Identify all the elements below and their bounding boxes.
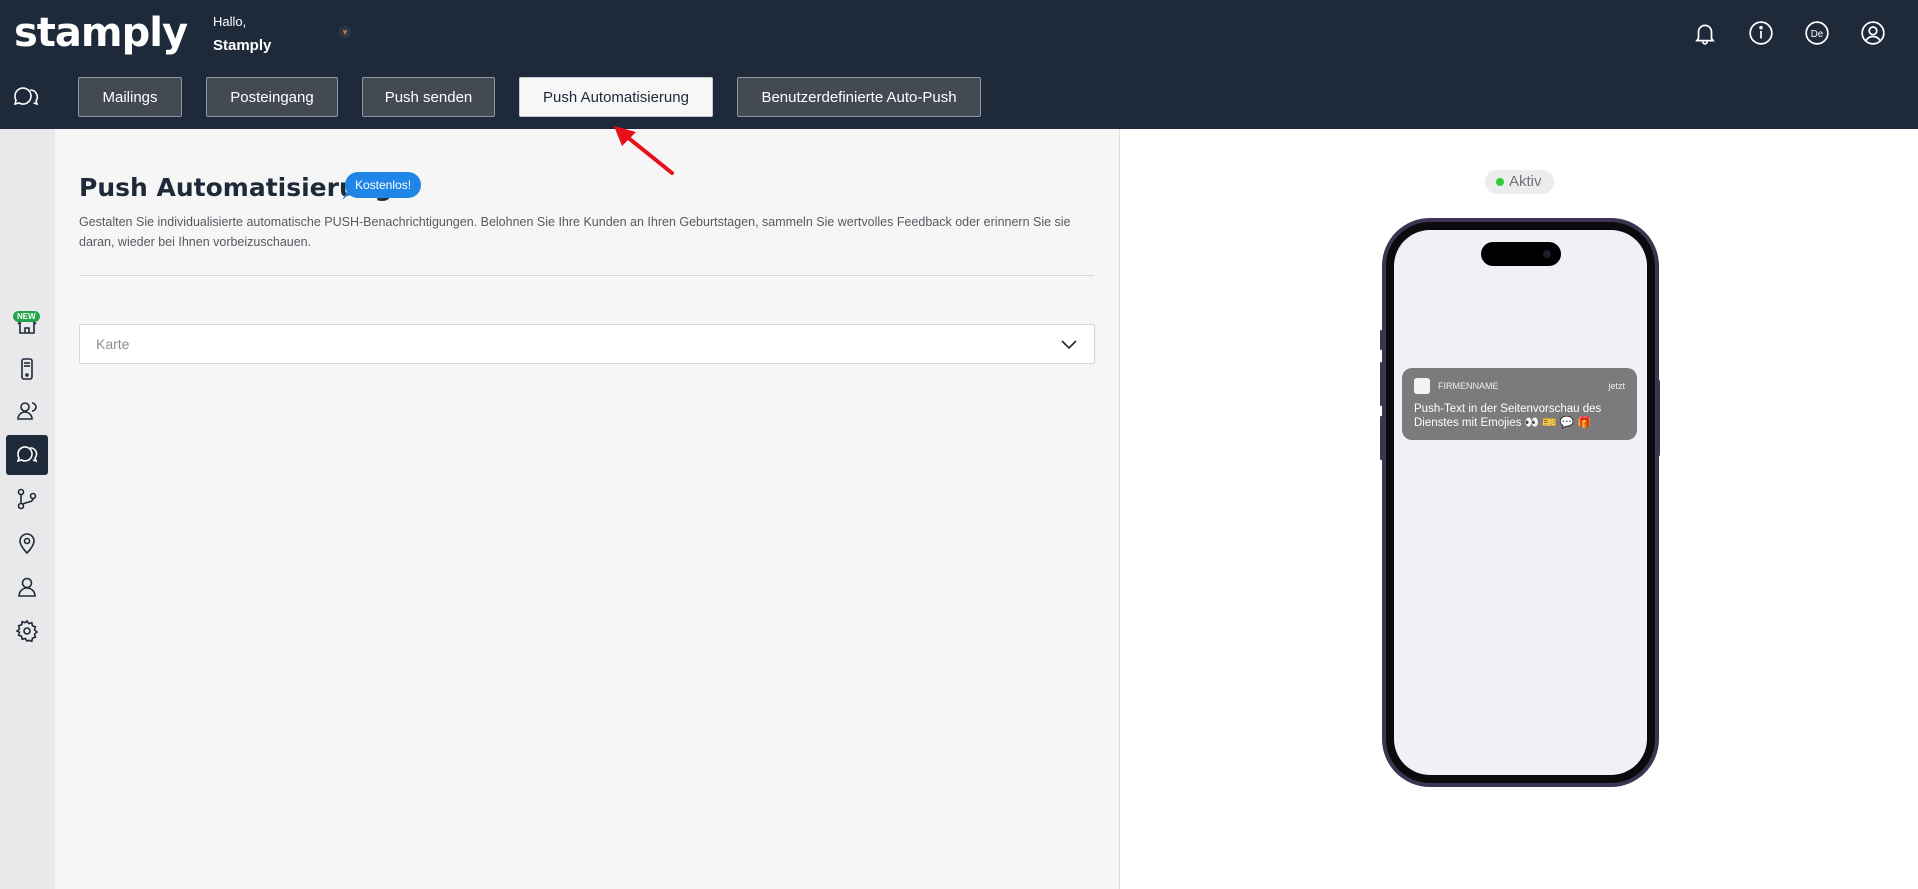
language-switcher[interactable]: De [1800,18,1834,48]
chevron-down-icon [1061,340,1077,350]
status-badge: Aktiv [1485,170,1554,194]
logo-text: stamply [14,10,188,56]
map-pin-icon [19,533,35,555]
status-label: Aktiv [1509,173,1542,190]
stamply-logo[interactable]: stamply [14,10,188,56]
notification-message: Push-Text in der Seitenvorschau des Dien… [1414,403,1602,429]
tab-label: Mailings [102,88,158,106]
chat-icon[interactable] [12,84,40,110]
new-badge: NEW [13,311,40,322]
tab-mailings[interactable]: Mailings [78,77,182,117]
annotation-arrow-icon [614,126,674,175]
status-dot [1496,178,1504,186]
sidebar-item-automation[interactable] [6,479,48,519]
chat-icon [16,446,38,463]
page-description: Gestalten Sie individualisierte automati… [79,215,1071,249]
tab-label: Push Automatisierung [543,88,689,106]
card-select-placeholder: Karte [96,336,130,352]
user-greeting: Hallo, Stamply [213,14,271,54]
push-notification-preview: FIRMENNAME jetzt Push-Text in der Seiten… [1402,368,1637,440]
phone-icon [21,358,33,380]
app-icon [1414,378,1430,394]
flow-icon [17,488,37,510]
user-icon [18,577,36,597]
tab-label: Posteingang [230,88,314,106]
phone-side-button [1380,416,1383,460]
phone-side-button [1380,362,1383,406]
camera-dot [1543,250,1551,258]
gear-icon [15,619,39,643]
phone-mockup: FIRMENNAME jetzt Push-Text in der Seiten… [1382,218,1659,787]
divider [79,275,1094,276]
phone-side-button [1657,380,1660,456]
card-select[interactable]: Karte [79,324,1095,364]
sidebar-item-mobile-app[interactable] [6,349,48,389]
language-label: De [1811,29,1823,40]
notification-time: jetzt [1608,381,1625,391]
dynamic-island [1481,242,1561,266]
top-bar: stamply Hallo, Stamply ▾ De Mailings Pos… [0,0,1918,129]
tab-posteingang[interactable]: Posteingang [206,77,338,117]
phone-bezel: FIRMENNAME jetzt Push-Text in der Seiten… [1386,222,1655,783]
greeting-hello: Hallo, [213,14,247,29]
bell-icon[interactable] [1688,18,1722,48]
greeting-name: Stamply [213,37,272,54]
tab-benutzerdefinierte-auto-push[interactable]: Benutzerdefinierte Auto-Push [737,77,981,117]
info-icon[interactable] [1744,18,1778,48]
tab-label: Benutzerdefinierte Auto-Push [761,88,957,106]
tab-push-senden[interactable]: Push senden [362,77,495,117]
phone-screen: FIRMENNAME jetzt Push-Text in der Seiten… [1394,230,1647,775]
sidebar-item-locations[interactable] [6,523,48,563]
main-content: Push Automatisierung Kostenlos! Gestalte… [55,129,1120,889]
sidebar-item-settings[interactable] [6,611,48,651]
sidebar-item-customers[interactable] [6,391,48,431]
account-dropdown-icon[interactable]: ▾ [339,26,351,38]
users-icon [17,402,37,420]
notification-app-name: FIRMENNAME [1438,381,1499,391]
messaging-tabs: Mailings Posteingang Push senden Push Au… [78,77,981,117]
user-circle-icon[interactable] [1856,18,1890,48]
sidebar-item-staff[interactable] [6,567,48,607]
phone-side-button [1380,330,1383,350]
header-actions: De [1688,18,1890,48]
sidebar-item-messages[interactable] [6,435,48,475]
free-badge-label: Kostenlos! [355,178,412,192]
sidebar: NEW [0,129,55,889]
tab-label: Push senden [384,88,473,106]
free-badge: Kostenlos! [342,172,422,200]
tab-push-automatisierung[interactable]: Push Automatisierung [519,77,713,117]
